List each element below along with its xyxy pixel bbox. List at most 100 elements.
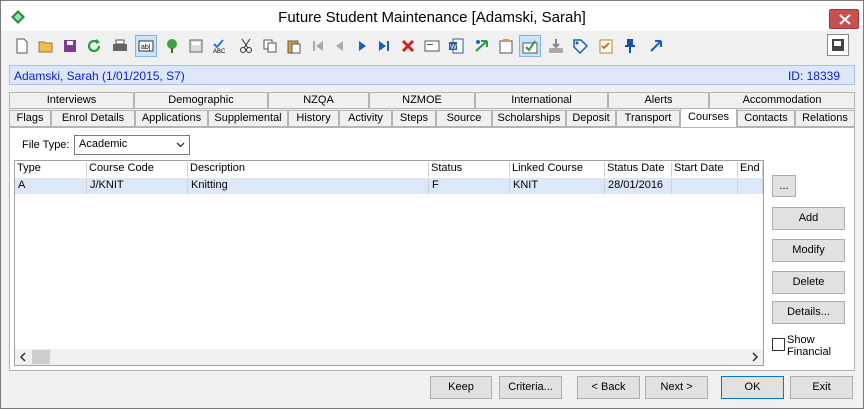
flag-icon[interactable] (827, 34, 849, 56)
cell-start-date (672, 179, 738, 194)
student-name: Adamski, Sarah (1/01/2015, S7) (14, 69, 185, 83)
main-window: Future Student Maintenance [Adamski, Sar… (0, 0, 864, 409)
add-button[interactable]: Add (772, 207, 845, 230)
col-status-date[interactable]: Status Date (605, 162, 672, 177)
title-bar: Future Student Maintenance [Adamski, Sar… (1, 1, 863, 31)
word-icon[interactable]: W (445, 35, 467, 57)
filetype-select[interactable]: Academic (74, 135, 190, 155)
tab-source[interactable]: Source (436, 110, 492, 127)
clipboard-icon[interactable] (495, 35, 517, 57)
filetype-label: File Type: (22, 139, 70, 151)
close-icon (839, 14, 851, 25)
tab-relations[interactable]: Relations (795, 110, 855, 127)
table-row[interactable]: A J/KNIT Knitting F KNIT 28/01/2016 (15, 178, 763, 194)
keep-button[interactable]: Keep (430, 376, 492, 399)
col-end[interactable]: End (738, 162, 763, 177)
horizontal-scrollbar[interactable] (15, 349, 763, 365)
save-icon[interactable] (59, 35, 81, 57)
cell-description: Knitting (188, 179, 429, 194)
tag-icon[interactable] (569, 35, 591, 57)
tab-nzmoe[interactable]: NZMOE (369, 92, 475, 109)
copy-icon[interactable] (259, 35, 281, 57)
spellcheck-icon[interactable]: ABC (209, 35, 231, 57)
svg-text:W: W (450, 44, 457, 51)
col-description[interactable]: Description (188, 162, 429, 177)
window-title: Future Student Maintenance [Adamski, Sar… (278, 9, 586, 26)
tab-supplemental[interactable]: Supplemental (208, 110, 288, 127)
cell-status: F (429, 179, 510, 194)
import-icon[interactable] (545, 35, 567, 57)
filetype-value: Academic (79, 138, 128, 150)
cell-end (738, 179, 763, 194)
pin-icon[interactable] (619, 35, 641, 57)
cell-status-date: 28/01/2016 (605, 179, 672, 194)
col-linked-course[interactable]: Linked Course (510, 162, 605, 177)
tree-icon[interactable] (161, 35, 183, 57)
ellipsis-button[interactable]: ... (772, 175, 796, 197)
cell-course-code: J/KNIT (87, 179, 188, 194)
show-financial-checkbox[interactable] (772, 338, 785, 351)
tab-applications[interactable]: Applications (135, 110, 208, 127)
show-financial-label: Show Financial (787, 334, 832, 358)
back-button[interactable]: < Back (577, 376, 640, 399)
textfield-icon[interactable]: ab| (135, 35, 157, 57)
tab-nzqa[interactable]: NZQA (268, 92, 369, 109)
tab-scholarships[interactable]: Scholarships (492, 110, 566, 127)
next-record-icon[interactable] (351, 35, 373, 57)
tab-accommodation[interactable]: Accommodation (709, 92, 855, 109)
toolbar: ab| ABC W (9, 33, 859, 61)
goto-icon[interactable] (645, 35, 667, 57)
tab-contacts[interactable]: Contacts (737, 110, 795, 127)
svg-text:ab|: ab| (141, 44, 151, 51)
delete-icon[interactable] (397, 35, 419, 57)
tab-demographic[interactable]: Demographic (134, 92, 268, 109)
tab-flags[interactable]: Flags (9, 110, 51, 127)
scroll-thumb[interactable] (32, 350, 50, 364)
paste-icon[interactable] (283, 35, 305, 57)
last-record-icon[interactable] (373, 35, 395, 57)
tab-steps[interactable]: Steps (392, 110, 436, 127)
student-header: Adamski, Sarah (1/01/2015, S7) ID: 18339 (9, 65, 855, 85)
approve-icon[interactable] (519, 35, 541, 57)
col-status[interactable]: Status (429, 162, 510, 177)
ok-button[interactable]: OK (721, 376, 784, 399)
send-icon[interactable] (471, 35, 493, 57)
modify-button[interactable]: Modify (772, 239, 845, 262)
print-icon[interactable] (109, 35, 131, 57)
grid-header: Type Course Code Description Status Link… (15, 161, 763, 177)
tab-courses[interactable]: Courses (680, 108, 737, 128)
tab-history[interactable]: History (288, 110, 339, 127)
details-button[interactable]: Details... (772, 301, 845, 324)
email-icon[interactable] (421, 35, 443, 57)
col-type[interactable]: Type (15, 162, 87, 177)
tab-interviews[interactable]: Interviews (9, 92, 134, 109)
calculator-icon[interactable] (185, 35, 207, 57)
close-button[interactable] (829, 9, 859, 29)
tab-international[interactable]: International (475, 92, 608, 109)
tab-activity[interactable]: Activity (339, 110, 392, 127)
open-folder-icon[interactable] (35, 35, 57, 57)
tab-transport[interactable]: Transport (616, 110, 680, 127)
cell-type: A (15, 179, 87, 194)
scroll-right-icon[interactable] (750, 350, 760, 364)
cell-linked-course: KNIT (510, 179, 605, 194)
next-button[interactable]: Next > (645, 376, 708, 399)
exit-button[interactable]: Exit (790, 376, 853, 399)
delete-button[interactable]: Delete (772, 271, 845, 294)
tab-deposit[interactable]: Deposit (566, 110, 616, 127)
refresh-icon[interactable] (83, 35, 105, 57)
scroll-left-icon[interactable] (18, 350, 28, 364)
tab-alerts[interactable]: Alerts (608, 92, 709, 109)
cut-icon[interactable] (235, 35, 257, 57)
svg-text:ABC: ABC (213, 49, 226, 54)
tab-enrol-details[interactable]: Enrol Details (51, 110, 135, 127)
chevron-down-icon (176, 142, 185, 148)
first-record-icon[interactable] (307, 35, 329, 57)
col-start-date[interactable]: Start Date (672, 162, 738, 177)
prev-record-icon[interactable] (329, 35, 351, 57)
col-course-code[interactable]: Course Code (87, 162, 188, 177)
new-icon[interactable] (11, 35, 33, 57)
criteria-button[interactable]: Criteria... (499, 376, 562, 399)
courses-grid[interactable]: Type Course Code Description Status Link… (14, 160, 764, 366)
checklist-icon[interactable] (595, 35, 617, 57)
